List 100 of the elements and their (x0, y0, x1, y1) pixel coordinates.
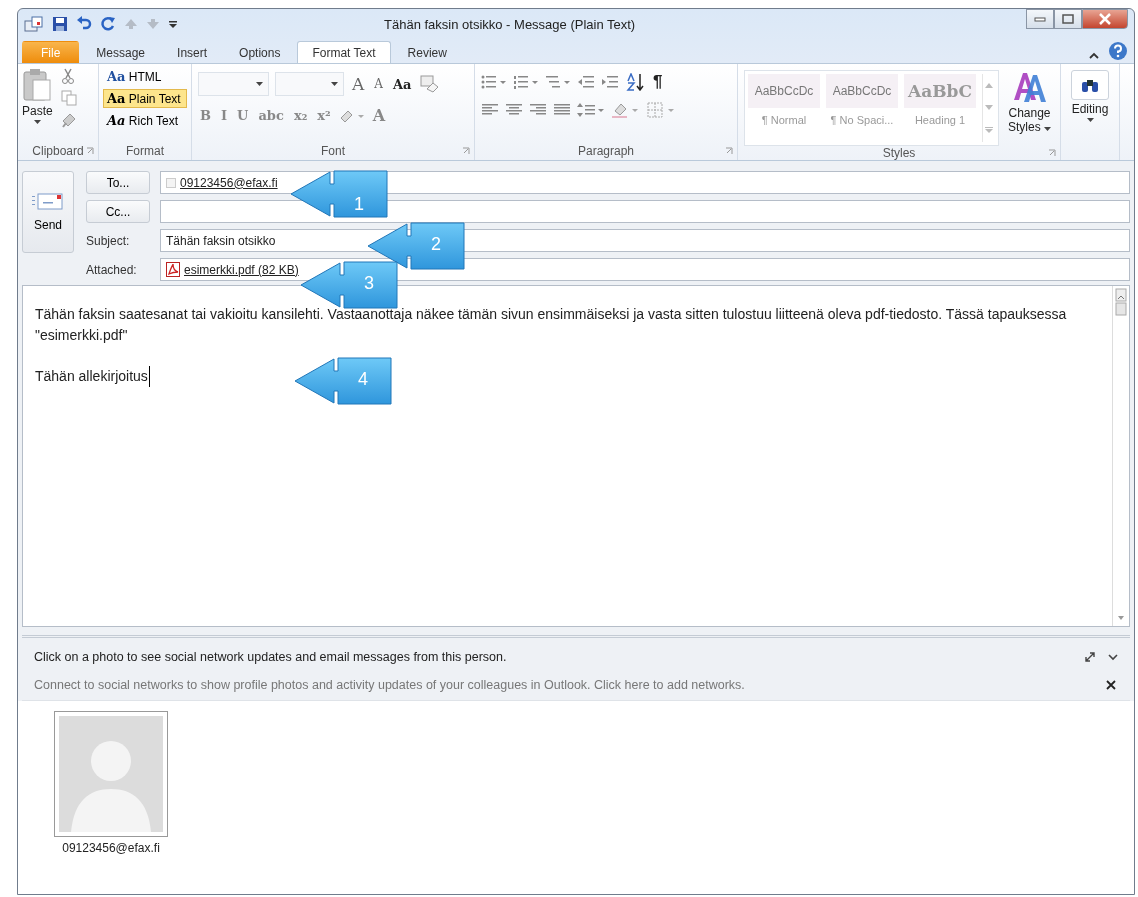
callout-number: 4 (358, 369, 368, 390)
ribbon-tab[interactable]: Review (392, 41, 462, 63)
font-button[interactable]: Aa (390, 76, 414, 92)
show-formatting-button[interactable]: ¶ (651, 72, 665, 92)
ribbon-tab[interactable]: Message (81, 41, 161, 63)
group-label: Font (321, 144, 345, 158)
close-button[interactable] (1082, 9, 1128, 29)
callout-number: 1 (354, 194, 364, 215)
contact-name: 09123456@efax.fi (62, 841, 160, 855)
bullets-icon[interactable] (481, 75, 507, 89)
style-name: ¶ Normal (761, 114, 807, 126)
font-button[interactable]: A (372, 77, 385, 91)
scrollbar[interactable] (1112, 286, 1129, 626)
dialog-launcher-icon[interactable] (462, 147, 470, 155)
scroll-up-icon[interactable] (1115, 288, 1127, 318)
chevron-down-icon[interactable] (1108, 653, 1118, 661)
style-name: ¶ No Spaci... (830, 114, 894, 126)
format-painter-icon[interactable] (60, 112, 77, 128)
to-field[interactable]: 09123456@efax.fi (160, 171, 1130, 194)
maximize-icon (1062, 14, 1074, 24)
align-icon[interactable] (553, 103, 571, 117)
body-paragraph: Tähän allekirjoitus (35, 366, 150, 387)
format-option[interactable]: Aa HTML (103, 67, 187, 86)
paste-button[interactable]: Paste (22, 68, 53, 142)
numbering-icon[interactable] (513, 75, 539, 89)
dropdown-arrow-icon (331, 82, 338, 86)
clipboard-icon (22, 68, 53, 102)
style-option[interactable]: AaBbCcDc ¶ Normal (748, 74, 820, 142)
shading-icon[interactable] (611, 102, 641, 118)
multilevel-list-icon[interactable] (545, 75, 571, 89)
font-size-field[interactable] (275, 72, 344, 96)
scroll-down-icon[interactable] (985, 105, 993, 110)
avatar-placeholder[interactable] (54, 711, 168, 837)
collapse-ribbon-icon[interactable] (1088, 51, 1100, 61)
send-button[interactable]: Send (22, 171, 74, 253)
subject-text: Tähän faksin otsikko (166, 233, 276, 248)
clear-formatting-icon[interactable] (419, 75, 440, 93)
window-title: Tähän faksin otsikko - Message (Plain Text) (384, 16, 637, 32)
maximize-button[interactable] (1054, 9, 1082, 29)
to-button[interactable]: To... (86, 171, 150, 194)
outlook-icon[interactable] (24, 15, 44, 33)
font-button[interactable]: A (350, 74, 367, 94)
close-icon[interactable] (1106, 680, 1116, 690)
change-styles-button[interactable]: Change Styles (1005, 70, 1054, 146)
group-label: Paragraph (577, 144, 634, 158)
minimize-icon (1034, 16, 1046, 22)
ribbon-tab[interactable]: Options (224, 41, 296, 63)
sort-icon[interactable] (625, 73, 645, 91)
callout-number: 2 (431, 234, 441, 255)
style-sample: AaBbC (904, 74, 976, 108)
editing-button[interactable]: Editing (1065, 70, 1115, 122)
dialog-launcher-icon[interactable] (86, 147, 94, 155)
binoculars-icon (1081, 77, 1099, 93)
style-sample: AaBbCcDc (748, 74, 820, 108)
group-label: Clipboard (32, 144, 84, 158)
format-option[interactable]: Aa Rich Text (103, 111, 187, 130)
recipient-link[interactable]: 09123456@efax.fi (180, 175, 278, 190)
attachment-link[interactable]: esimerkki.pdf (82 KB) (184, 262, 299, 277)
save-icon[interactable] (52, 16, 68, 32)
cut-icon[interactable] (60, 68, 75, 84)
decrease-indent-icon[interactable] (577, 75, 595, 89)
group-label: Format (126, 144, 164, 158)
align-icon[interactable] (505, 103, 523, 117)
help-icon[interactable] (1108, 41, 1128, 61)
social-hint: Click on a photo to see social network updates and email messages from this person. (34, 650, 507, 664)
envelope-icon (32, 192, 64, 212)
dialog-launcher-icon[interactable] (1048, 149, 1056, 157)
copy-icon[interactable] (60, 90, 77, 106)
letters-icon (1011, 70, 1048, 104)
contact-checkbox-icon (166, 177, 176, 188)
callout-number: 3 (364, 273, 374, 294)
ribbon-tab[interactable]: Insert (162, 41, 223, 63)
close-icon (1098, 13, 1112, 25)
line-spacing-icon[interactable] (577, 102, 605, 118)
dropdown-arrow-icon (33, 120, 41, 124)
pdf-icon (166, 262, 180, 277)
format-option[interactable]: Aa Plain Text (103, 89, 187, 108)
undo-icon[interactable] (76, 16, 92, 32)
body-paragraph: Tähän faksin saatesanat tai vakioitu kansilehti. Vastaanottaja näkee tämän sivun ensimmäiseksi ja vasta sitten tulostuu liitteenä oleva pdf-tiedosto. Tässä tapauksessa "esimerkki.pdf" (35, 305, 1068, 345)
style-option[interactable]: AaBbCcDc ¶ No Spaci... (826, 74, 898, 142)
group-label: Styles (882, 146, 916, 160)
dialog-launcher-icon[interactable] (725, 147, 733, 155)
borders-icon[interactable] (647, 102, 677, 118)
align-icon[interactable] (529, 103, 547, 117)
social-connect-link[interactable]: Connect to social networks to show profile photos and activity updates of your colleagues in Outlook. Click here to add networks. (34, 678, 745, 692)
expand-icon[interactable] (1084, 651, 1096, 663)
dropdown-arrow-icon (1086, 118, 1094, 122)
dropdown-arrow-icon (1044, 127, 1051, 131)
customize-icon[interactable] (168, 18, 178, 30)
align-icon[interactable] (481, 103, 499, 117)
style-sample: AaBbCcDc (826, 74, 898, 108)
attached-label: Attached: (86, 262, 138, 277)
minimize-button[interactable] (1026, 9, 1054, 29)
cc-button[interactable]: Cc... (86, 200, 150, 223)
increase-indent-icon[interactable] (601, 75, 619, 89)
ribbon-tab[interactable]: Format Text (297, 41, 391, 63)
redo-icon[interactable] (100, 16, 116, 32)
font-name-field[interactable] (198, 72, 269, 96)
more-icon[interactable] (985, 127, 993, 134)
scroll-up-icon[interactable] (985, 82, 993, 88)
